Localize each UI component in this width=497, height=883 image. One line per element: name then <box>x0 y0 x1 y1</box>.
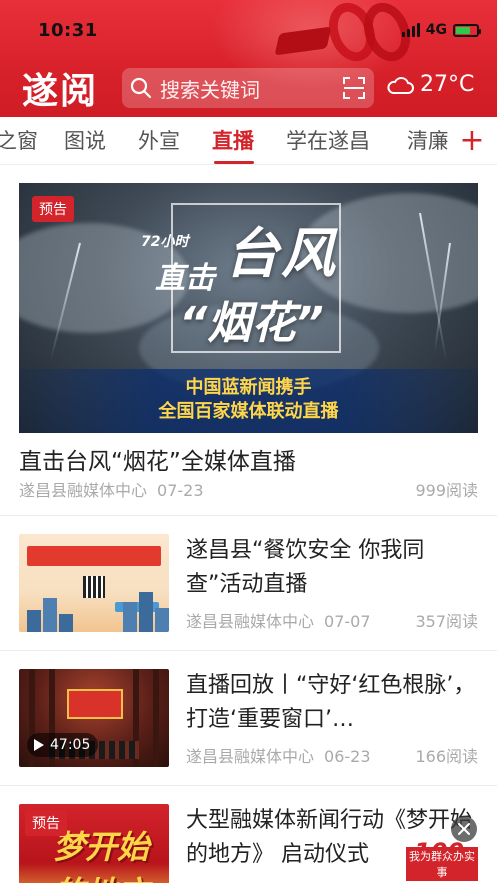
poster-typhoon: 台风 <box>225 222 337 285</box>
cloud-icon <box>387 76 414 94</box>
thumbnail-text: 梦开始的地方 <box>53 828 150 883</box>
search-bar[interactable]: 搜索关键词 <box>122 68 374 108</box>
source-label: 遂昌县融媒体中心 <box>186 747 315 766</box>
poster-line-2: 全国百家媒体联动直播 <box>158 401 339 422</box>
weather-widget[interactable]: 27°C <box>386 72 474 97</box>
duration-label: 47:05 <box>50 737 91 753</box>
read-count: 166阅读 <box>415 747 478 766</box>
poster-line-1: 中国蓝新闻携手 <box>185 377 312 398</box>
close-icon <box>458 823 470 835</box>
active-tab-indicator <box>214 161 254 164</box>
item-thumbnail[interactable]: 47:05 <box>19 669 169 767</box>
battery-icon <box>453 23 481 37</box>
close-ad-button[interactable] <box>451 816 477 842</box>
tab-clean[interactable]: 清廉 <box>407 125 449 155</box>
add-channel-button[interactable]: + <box>447 117 497 164</box>
item-meta: 遂昌县融媒体中心 06-23 <box>186 743 371 767</box>
app-header: 10:31 4G 遂阅 搜索关键词 27°C <box>0 0 497 117</box>
tab-external-promo[interactable]: 外宣 <box>138 125 180 155</box>
feature-card[interactable]: 72小时 直击 台风 “烟花” 中国蓝新闻携手 全国百家媒体联动直播 预告 直击… <box>0 165 497 515</box>
poster-yanhua: “烟花” <box>179 298 324 349</box>
item-title[interactable]: 遂昌县“餐饮安全 你我同查”活动直播 <box>186 534 476 602</box>
read-count: 999阅读 <box>415 481 478 500</box>
feature-meta: 遂昌县融媒体中心 07-23 <box>19 477 204 501</box>
read-count: 357阅读 <box>415 612 478 631</box>
source-label: 遂昌县融媒体中心 <box>186 612 315 631</box>
plus-icon: + <box>459 123 485 158</box>
feature-title[interactable]: 直击台风“烟花”全媒体直播 <box>19 442 296 476</box>
date-label: 07-23 <box>157 481 204 500</box>
date-label: 06-23 <box>324 747 371 766</box>
tab-study[interactable]: 学在遂昌 <box>286 125 370 155</box>
source-label: 遂昌县融媒体中心 <box>19 481 148 500</box>
date-label: 07-07 <box>324 612 371 631</box>
weather-temperature: 27°C <box>420 72 475 97</box>
scan-icon[interactable] <box>334 68 374 108</box>
preview-badge: 预告 <box>25 810 67 836</box>
ad-text: 我为群众办实事 <box>406 847 478 881</box>
app-logo[interactable]: 遂阅 <box>22 62 98 114</box>
status-time: 10:31 <box>38 20 98 41</box>
status-icons: 4G <box>401 22 481 38</box>
tab-live[interactable]: 直播 <box>212 125 254 155</box>
signal-icon <box>401 23 420 37</box>
item-meta: 遂昌县融媒体中心 07-07 <box>186 608 371 632</box>
tab-window[interactable]: 之窗 <box>0 125 38 155</box>
play-icon <box>34 739 44 751</box>
list-item[interactable]: 遂昌县“餐饮安全 你我同查”活动直播 遂昌县融媒体中心 07-07 357阅读 <box>0 516 497 651</box>
network-type: 4G <box>425 22 447 38</box>
item-title[interactable]: 直播回放丨“守好‘红色根脉’，打造‘重要窗口’… <box>186 669 476 737</box>
list-item[interactable]: 47:05 直播回放丨“守好‘红色根脉’，打造‘重要窗口’… 遂昌县融媒体中心 0… <box>0 651 497 786</box>
item-thumbnail[interactable]: 梦开始的地方 预告 <box>19 804 169 883</box>
poster-hours: 72小时 <box>141 234 189 250</box>
search-icon <box>122 68 160 108</box>
tab-photo-story[interactable]: 图说 <box>64 125 106 155</box>
search-placeholder[interactable]: 搜索关键词 <box>160 74 334 103</box>
video-duration: 47:05 <box>27 733 99 757</box>
item-thumbnail[interactable] <box>19 534 169 632</box>
channel-tabs: 之窗 图说 外宣 直播 学在遂昌 清廉 + <box>0 117 497 165</box>
feature-image[interactable]: 72小时 直击 台风 “烟花” 中国蓝新闻携手 全国百家媒体联动直播 预告 <box>19 183 478 433</box>
preview-badge: 预告 <box>32 196 74 222</box>
